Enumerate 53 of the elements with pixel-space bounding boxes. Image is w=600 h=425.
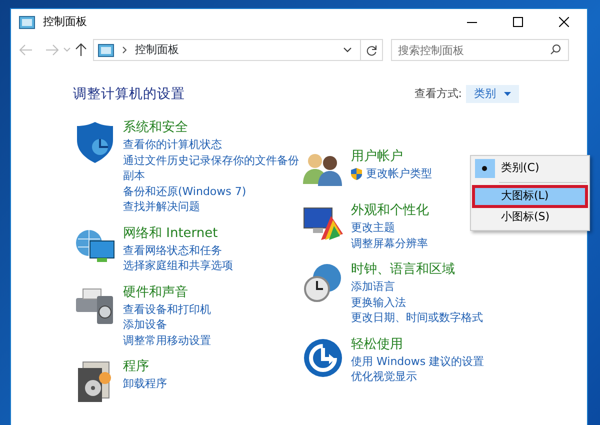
refresh-button[interactable] xyxy=(361,39,383,61)
page-heading: 调整计算机的设置 xyxy=(73,85,185,104)
setting-link[interactable]: 更改帐户类型 xyxy=(366,166,432,182)
setting-link[interactable]: 使用 Windows 建议的设置 xyxy=(351,354,484,370)
shield-icon xyxy=(351,168,362,180)
window-title: 控制面板 xyxy=(43,14,87,30)
setting-link[interactable]: 通过文件历史记录保存你的文件备份副本 xyxy=(123,152,299,184)
chevron-down-icon xyxy=(63,46,71,53)
control-panel-icon xyxy=(98,44,114,56)
menu-item[interactable]: 类别(C) xyxy=(473,158,587,179)
address-bar[interactable]: 控制面板 xyxy=(93,39,361,61)
setting-link[interactable]: 更换输入法 xyxy=(351,294,406,310)
category-title-link[interactable]: 轻松使用 xyxy=(351,336,403,354)
up-arrow-icon xyxy=(75,42,87,57)
setting-link[interactable]: 查看设备和打印机 xyxy=(123,302,211,318)
minimize-icon xyxy=(467,22,477,23)
back-arrow-icon xyxy=(19,44,33,56)
control-panel-icon xyxy=(19,16,35,29)
menu-item[interactable]: 大图标(L) xyxy=(473,186,587,207)
chevron-right-icon xyxy=(122,46,127,54)
category-title-link[interactable]: 程序 xyxy=(123,358,149,376)
setting-link[interactable]: 添加语言 xyxy=(351,279,395,295)
setting-link[interactable]: 卸载程序 xyxy=(123,376,167,392)
view-by-dropdown[interactable]: 类别 xyxy=(466,85,519,104)
address-text: 控制面板 xyxy=(135,42,179,58)
setting-link[interactable]: 查看网络状态和任务 xyxy=(123,242,222,258)
category-title-link[interactable]: 硬件和声音 xyxy=(123,284,188,302)
category-title-link[interactable]: 时钟、语言和区域 xyxy=(351,261,455,280)
menu-item[interactable]: 小图标(S) xyxy=(473,207,587,228)
setting-link[interactable]: 调整屏幕分辨率 xyxy=(351,236,428,252)
search-field[interactable]: 搜索控制面板 xyxy=(391,39,569,61)
category-title-link[interactable]: 外观和个性化 xyxy=(351,202,429,220)
category-title-link[interactable]: 网络和 Internet xyxy=(123,224,218,243)
setting-link[interactable]: 查看你的计算机状态 xyxy=(123,137,222,153)
setting-link[interactable]: 查找并解决问题 xyxy=(123,199,200,215)
setting-link[interactable]: 更改主题 xyxy=(351,220,395,236)
category-title-link[interactable]: 系统和安全 xyxy=(123,119,188,138)
setting-link[interactable]: 更改日期、时间或数字格式 xyxy=(351,310,483,326)
bullet-icon xyxy=(482,166,487,171)
forward-arrow-icon xyxy=(45,44,59,56)
caret-icon xyxy=(504,92,511,96)
close-icon xyxy=(559,17,569,28)
refresh-icon xyxy=(366,44,377,56)
setting-link[interactable]: 备份和还原(Windows 7) xyxy=(123,184,246,200)
category-title-link[interactable]: 用户帐户 xyxy=(351,148,403,166)
setting-link[interactable]: 添加设备 xyxy=(123,317,167,333)
setting-link[interactable]: 优化视觉显示 xyxy=(351,369,417,385)
maximize-icon xyxy=(513,17,523,28)
setting-link[interactable]: 调整常用移动设置 xyxy=(123,332,211,348)
search-icon xyxy=(550,44,561,55)
chevron-down-icon[interactable] xyxy=(343,47,352,53)
view-by-label: 查看方式: xyxy=(414,86,462,102)
setting-link[interactable]: 选择家庭组和共享选项 xyxy=(123,258,233,274)
